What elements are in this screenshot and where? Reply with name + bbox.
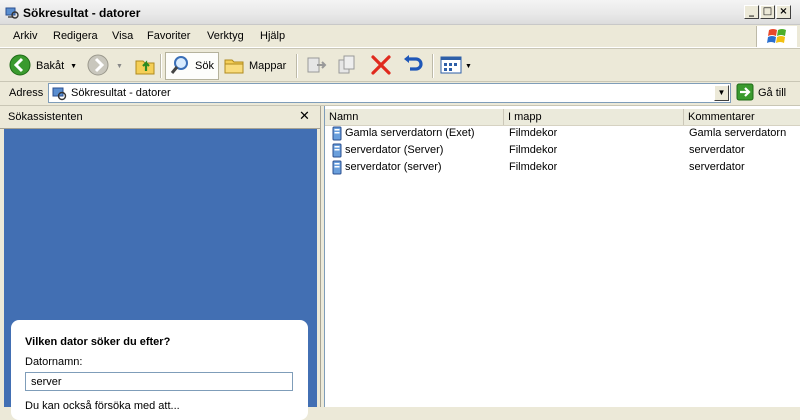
table-row[interactable]: Gamla serverdatorn (Exet) Filmdekor Gaml…: [325, 125, 800, 142]
views-icon: [439, 53, 463, 80]
back-dropdown-icon[interactable]: ▼: [70, 63, 77, 70]
search-computer-icon: [51, 86, 67, 105]
toolbar-separator: [296, 54, 298, 78]
row-name: serverdator (Server): [345, 144, 444, 156]
row-folder: Filmdekor: [509, 144, 558, 156]
move-to-button[interactable]: [304, 52, 328, 80]
delete-button[interactable]: [369, 52, 393, 80]
search-assistant-panel: Sökassistenten ✕ Vilken dator söker du e…: [0, 106, 320, 420]
copy-to-button[interactable]: [336, 52, 360, 80]
row-name: serverdator (server): [345, 161, 442, 173]
search-label: Sök: [195, 60, 214, 72]
move-to-icon: [304, 53, 328, 80]
search-icon: [169, 54, 191, 79]
column-headers: Namn I mapp Kommentarer: [325, 109, 800, 126]
forward-button[interactable]: ▼: [86, 52, 123, 80]
menu-verktyg[interactable]: Verktyg: [207, 30, 244, 42]
table-row[interactable]: serverdator (Server) Filmdekor serverdat…: [325, 142, 800, 159]
windows-logo-icon: [756, 26, 797, 47]
search-computer-icon: [5, 6, 19, 23]
undo-icon: [400, 53, 424, 80]
panel-body: Vilken dator söker du efter? Datornamn: …: [4, 129, 317, 420]
panel-header: Sökassistenten ✕: [0, 106, 320, 129]
menu-bar: Arkiv Redigera Visa Favoriter Verktyg Hj…: [0, 25, 800, 48]
undo-button[interactable]: [400, 52, 424, 80]
folders-button[interactable]: Mappar: [223, 52, 286, 80]
go-arrow-icon: [736, 83, 754, 104]
close-button[interactable]: ×: [776, 5, 791, 19]
copy-to-icon: [336, 53, 360, 80]
address-dropdown-icon[interactable]: ▼: [714, 85, 729, 101]
folder-up-icon: [133, 53, 157, 80]
column-header-folder[interactable]: I mapp: [504, 109, 684, 125]
back-button[interactable]: Bakåt ▼: [8, 52, 77, 80]
computer-name-input[interactable]: [25, 372, 293, 391]
menu-redigera[interactable]: Redigera: [53, 30, 98, 42]
folders-label: Mappar: [249, 60, 287, 72]
back-label: Bakåt: [36, 60, 65, 72]
panel-title: Sökassistenten: [8, 111, 83, 123]
back-arrow-icon: [8, 53, 32, 80]
search-form-card: Vilken dator söker du efter? Datornamn: …: [11, 320, 308, 420]
column-header-comments[interactable]: Kommentarer: [684, 109, 800, 125]
column-header-name[interactable]: Namn: [325, 109, 504, 125]
views-button[interactable]: ▼: [439, 52, 472, 80]
delete-x-icon: [369, 53, 393, 80]
forward-arrow-icon: [86, 53, 110, 80]
address-label: Adress: [9, 87, 44, 99]
title-bar: Sökresultat - datorer _ □ ×: [0, 0, 800, 25]
computer-name-label: Datornamn:: [25, 356, 83, 368]
maximize-button[interactable]: □: [760, 5, 775, 19]
menu-visa[interactable]: Visa: [112, 30, 133, 42]
minimize-button[interactable]: _: [744, 5, 759, 19]
row-comment: serverdator: [689, 144, 745, 156]
menu-favoriter[interactable]: Favoriter: [147, 30, 190, 42]
menu-arkiv[interactable]: Arkiv: [13, 30, 37, 42]
window-title: Sökresultat - datorer: [23, 6, 141, 20]
hint-text: Du kan också försöka med att...: [25, 400, 180, 412]
address-value: Sökresultat - datorer: [71, 87, 171, 99]
address-bar: Adress Sökresultat - datorer ▼ Gå till: [0, 82, 800, 106]
up-folder-button[interactable]: [133, 52, 157, 80]
row-comment: Gamla serverdatorn: [689, 127, 787, 139]
toolbar-separator: [160, 54, 162, 78]
results-list: Namn I mapp Kommentarer Gamla serverdato…: [324, 106, 800, 407]
folders-icon: [223, 54, 245, 79]
go-label: Gå till: [758, 87, 787, 99]
search-button[interactable]: Sök: [165, 52, 219, 80]
address-input[interactable]: Sökresultat - datorer ▼: [48, 83, 731, 103]
views-dropdown-icon[interactable]: ▼: [465, 63, 472, 70]
row-folder: Filmdekor: [509, 161, 558, 173]
toolbar: Bakåt ▼ ▼ Sök Mappar ▼: [0, 48, 800, 82]
row-name: Gamla serverdatorn (Exet): [345, 127, 475, 139]
toolbar-separator: [432, 54, 434, 78]
search-heading: Vilken dator söker du efter?: [25, 336, 171, 348]
forward-dropdown-icon[interactable]: ▼: [116, 63, 123, 70]
menu-hjalp[interactable]: Hjälp: [260, 30, 285, 42]
row-folder: Filmdekor: [509, 127, 558, 139]
row-comment: serverdator: [689, 161, 745, 173]
close-icon[interactable]: ✕: [299, 109, 310, 124]
computer-icon: [331, 160, 343, 178]
go-button[interactable]: Gå till: [736, 83, 786, 103]
table-row[interactable]: serverdator (server) Filmdekor serverdat…: [325, 159, 800, 176]
